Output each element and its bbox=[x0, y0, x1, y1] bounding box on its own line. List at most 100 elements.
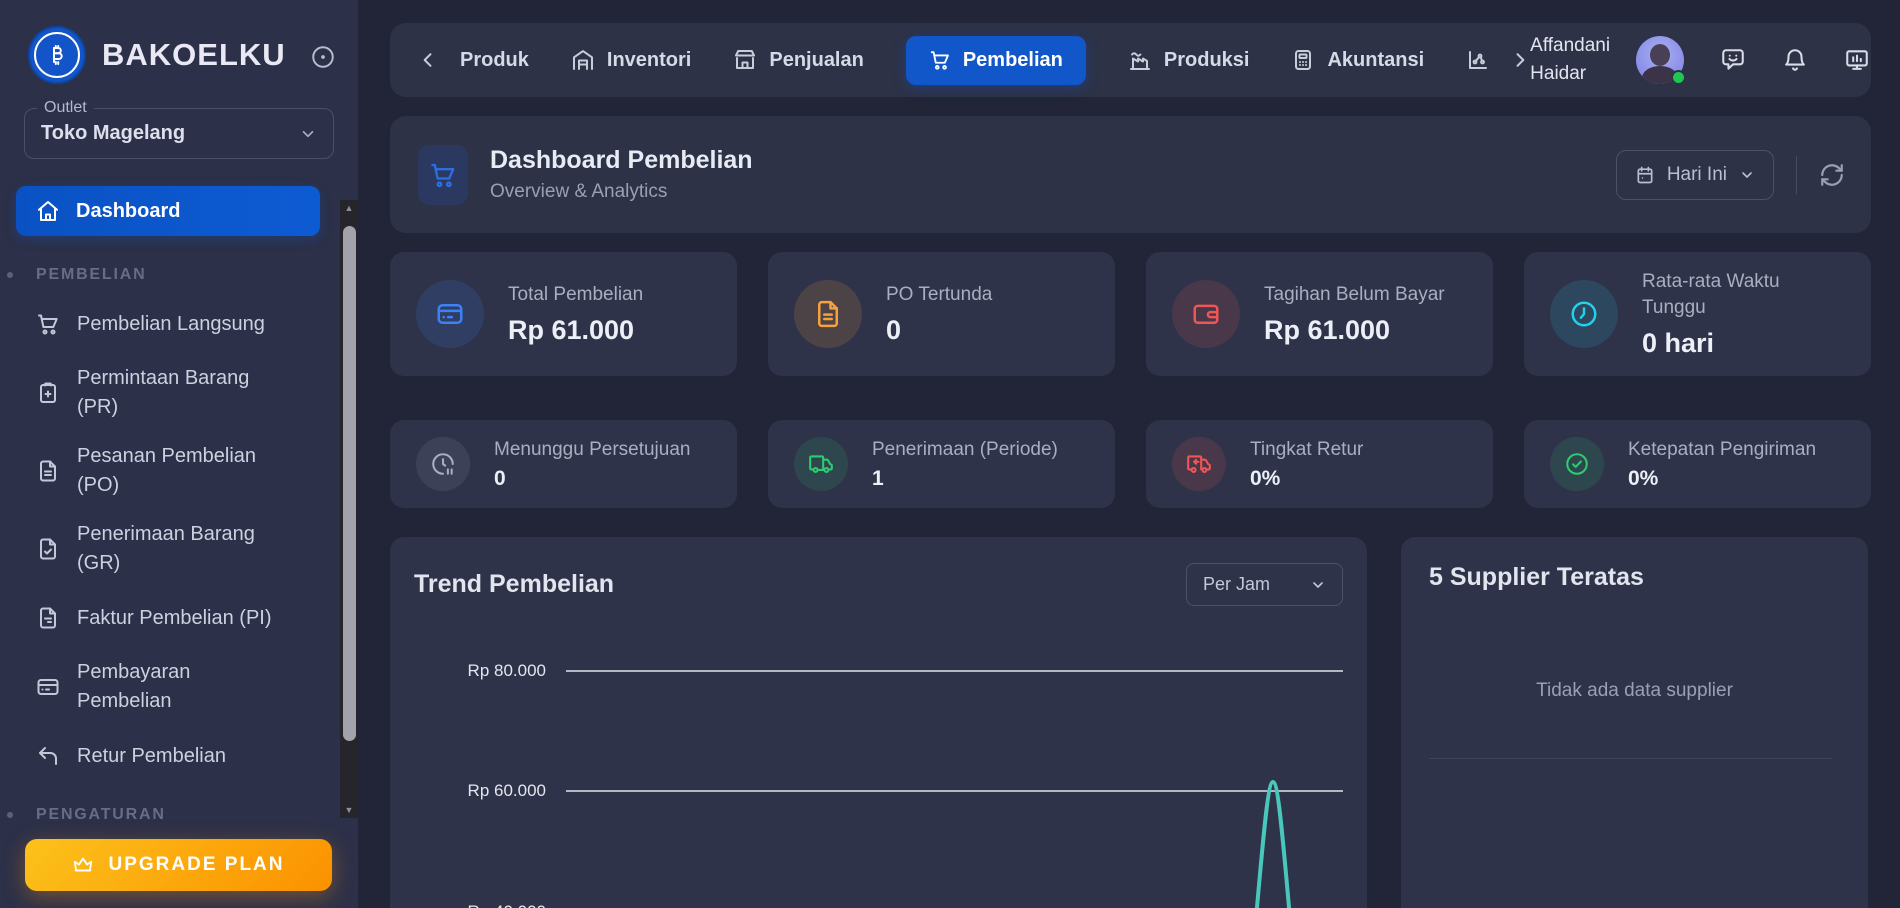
suppliers-empty-text: Tidak ada data supplier bbox=[1429, 680, 1840, 702]
page-title: Dashboard Pembelian bbox=[490, 146, 753, 175]
stat-label: Tagihan Belum Bayar bbox=[1264, 282, 1445, 308]
chevron-right-icon bbox=[1510, 50, 1530, 70]
bitcoin-icon bbox=[34, 32, 80, 78]
return-arrow-icon bbox=[36, 744, 60, 768]
divider bbox=[1796, 156, 1797, 194]
file-lines-icon bbox=[36, 459, 60, 483]
stat-label: Ketepatan Pengiriman bbox=[1628, 437, 1816, 463]
circle-dot-icon bbox=[310, 44, 336, 70]
stat-label: Penerimaan (Periode) bbox=[872, 437, 1058, 463]
sidebar-item-pembayaran-pembelian[interactable]: Pembayaran Pembelian bbox=[0, 658, 358, 716]
sidebar: BAKOELKU Outlet Toko Magelang Dashboard … bbox=[0, 0, 358, 908]
stat-card-total-pembelian: Total Pembelian Rp 61.000 bbox=[390, 252, 737, 376]
nav-item-inventori[interactable]: Inventori bbox=[571, 48, 691, 72]
stat-label: Rata-rata Waktu Tunggu bbox=[1642, 269, 1832, 320]
stat-value: 0% bbox=[1250, 467, 1363, 491]
stat-card-po-tertunda: PO Tertunda 0 bbox=[768, 252, 1115, 376]
trend-chart-card: Trend Pembelian Per Jam Rp 80.000 Rp 60.… bbox=[390, 537, 1367, 908]
sidebar-item-retur-pembelian[interactable]: Retur Pembelian bbox=[0, 736, 358, 776]
sidebar-item-permintaan-barang[interactable]: Permintaan Barang (PR) bbox=[0, 364, 358, 422]
home-icon bbox=[36, 199, 60, 223]
sidebar-items: Pembelian Langsung Permintaan Barang (PR… bbox=[0, 304, 358, 776]
sidebar-item-faktur-pembelian[interactable]: Faktur Pembelian (PI) bbox=[0, 598, 358, 638]
outlet-value: Toko Magelang bbox=[41, 122, 185, 145]
nav-items: Produk Inventori Penjualan Pembelian Pro… bbox=[460, 36, 1490, 85]
brand-name: BAKOELKU bbox=[102, 37, 286, 73]
chart-network-icon bbox=[1466, 48, 1490, 72]
refresh-button[interactable] bbox=[1819, 162, 1845, 188]
nav-item-pembelian-active[interactable]: Pembelian bbox=[906, 36, 1086, 85]
stat-card-waktu-tunggu: Rata-rata Waktu Tunggu 0 hari bbox=[1524, 252, 1871, 376]
nav-item-laporan-partial[interactable] bbox=[1466, 48, 1490, 72]
file-check-icon bbox=[36, 537, 60, 561]
brand-header: BAKOELKU bbox=[0, 0, 358, 84]
stat-label: Tingkat Retur bbox=[1250, 437, 1363, 463]
check-circle-icon bbox=[1550, 437, 1604, 491]
chevron-down-icon bbox=[1310, 577, 1326, 593]
trend-line-series bbox=[414, 624, 1391, 908]
sidebar-item-pesanan-pembelian[interactable]: Pesanan Pembelian (PO) bbox=[0, 442, 358, 500]
chevron-left-icon bbox=[418, 50, 438, 70]
upgrade-plan-button[interactable]: UPGRADE PLAN bbox=[25, 839, 332, 891]
brand-logo bbox=[28, 26, 86, 84]
section-bullet bbox=[7, 272, 13, 278]
stat-card-menunggu-persetujuan: Menunggu Persetujuan 0 bbox=[390, 420, 737, 508]
top-navigation: Produk Inventori Penjualan Pembelian Pro… bbox=[390, 23, 1871, 97]
stat-label: Total Pembelian bbox=[508, 282, 643, 308]
stat-label: PO Tertunda bbox=[886, 282, 992, 308]
sidebar-item-dashboard[interactable]: Dashboard bbox=[16, 186, 320, 236]
nav-scroll-right-button[interactable] bbox=[1510, 50, 1530, 70]
scroll-down-arrow[interactable]: ▼ bbox=[340, 802, 358, 818]
page-subtitle: Overview & Analytics bbox=[490, 181, 753, 203]
truck-return-icon bbox=[1172, 437, 1226, 491]
sidebar-item-label: Dashboard bbox=[76, 200, 180, 223]
display-mode-button[interactable] bbox=[1844, 47, 1870, 73]
sidebar-section-pembelian: PEMBELIAN bbox=[0, 266, 358, 284]
user-avatar[interactable] bbox=[1636, 36, 1684, 84]
nav-item-produk[interactable]: Produk bbox=[460, 49, 529, 72]
notifications-button[interactable] bbox=[1782, 47, 1808, 73]
monitor-chart-icon bbox=[1844, 47, 1870, 73]
stat-label: Menunggu Persetujuan bbox=[494, 437, 690, 463]
message-smile-icon bbox=[1720, 47, 1746, 73]
chevron-down-icon bbox=[299, 125, 317, 143]
top-suppliers-card: 5 Supplier Teratas Tidak ada data suppli… bbox=[1401, 537, 1868, 908]
chart-title: Trend Pembelian bbox=[414, 570, 614, 599]
nav-item-produksi[interactable]: Produksi bbox=[1128, 48, 1250, 72]
stat-value: 0 bbox=[494, 467, 690, 491]
messages-button[interactable] bbox=[1720, 47, 1746, 73]
user-name: Affandani Haidar bbox=[1530, 32, 1610, 89]
stat-value: Rp 61.000 bbox=[1264, 315, 1445, 346]
stat-value: Rp 61.000 bbox=[508, 315, 643, 346]
nav-user-area: Affandani Haidar bbox=[1530, 32, 1870, 89]
factory-icon bbox=[1128, 48, 1152, 72]
nav-item-akuntansi[interactable]: Akuntansi bbox=[1291, 48, 1424, 72]
scrollbar-thumb[interactable] bbox=[343, 226, 356, 741]
nav-scroll-left-button[interactable] bbox=[418, 50, 438, 70]
refresh-icon bbox=[1819, 162, 1845, 188]
file-icon bbox=[794, 280, 862, 348]
calculator-icon bbox=[1291, 48, 1315, 72]
sidebar-scrollbar[interactable]: ▲ ▼ bbox=[340, 200, 358, 818]
period-filter-button[interactable]: Hari Ini bbox=[1616, 150, 1774, 200]
wallet-icon bbox=[1172, 280, 1240, 348]
stats-row-1: Total Pembelian Rp 61.000 PO Tertunda 0 … bbox=[390, 252, 1871, 376]
chevron-down-icon bbox=[1739, 167, 1755, 183]
suppliers-title: 5 Supplier Teratas bbox=[1429, 563, 1840, 592]
sidebar-toggle-button[interactable] bbox=[310, 44, 336, 70]
stat-card-penerimaan-periode: Penerimaan (Periode) 1 bbox=[768, 420, 1115, 508]
sidebar-section-pengaturan: PENGATURAN bbox=[0, 806, 358, 824]
outlet-select[interactable]: Outlet Toko Magelang bbox=[24, 108, 334, 159]
chart-interval-select[interactable]: Per Jam bbox=[1186, 563, 1343, 606]
stat-value: 0 bbox=[886, 315, 992, 346]
supplier-divider bbox=[1429, 758, 1832, 759]
store-icon bbox=[733, 48, 757, 72]
nav-item-penjualan[interactable]: Penjualan bbox=[733, 48, 863, 72]
shopping-cart-icon bbox=[429, 161, 457, 189]
stat-card-tingkat-retur: Tingkat Retur 0% bbox=[1146, 420, 1493, 508]
online-status-dot bbox=[1671, 70, 1686, 85]
scroll-up-arrow[interactable]: ▲ bbox=[340, 200, 358, 216]
sidebar-nav: Dashboard PEMBELIAN Pembelian Langsung P… bbox=[0, 159, 358, 830]
sidebar-item-penerimaan-barang[interactable]: Penerimaan Barang (GR) bbox=[0, 520, 358, 578]
sidebar-item-pembelian-langsung[interactable]: Pembelian Langsung bbox=[0, 304, 358, 344]
